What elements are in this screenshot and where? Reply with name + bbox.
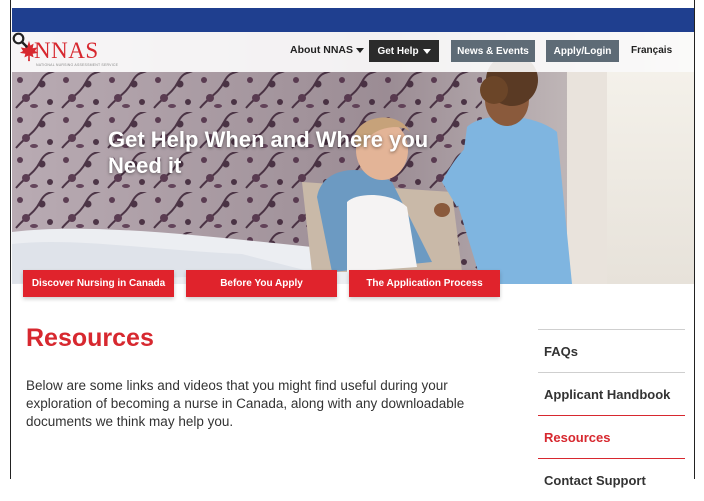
application-process-button[interactable]: The Application Process	[349, 270, 500, 297]
logo-tagline: NATIONAL NURSING ASSESSMENT SERVICE	[36, 63, 119, 67]
hero-title: Get Help When and Where you Need it	[108, 127, 429, 178]
search-icon[interactable]	[12, 32, 28, 48]
nav-about-label: About NNAS	[290, 44, 353, 56]
sidebar-item-resources[interactable]: Resources	[538, 415, 685, 458]
site-header: NNAS NATIONAL NURSING ASSESSMENT SERVICE…	[12, 32, 694, 72]
nav-apply-login[interactable]: Apply/Login	[546, 40, 619, 62]
sidebar-nav: FAQs Applicant Handbook Resources Contac…	[538, 329, 685, 501]
page-title: Resources	[26, 324, 154, 352]
before-you-apply-button[interactable]: Before You Apply	[186, 270, 337, 297]
page-intro-text: Below are some links and videos that you…	[26, 378, 465, 429]
top-bar	[12, 8, 694, 32]
right-edge	[694, 0, 704, 479]
hero-banner: NNAS NATIONAL NURSING ASSESSMENT SERVICE…	[12, 32, 694, 284]
chevron-down-icon	[356, 47, 364, 53]
logo-wordmark: NNAS	[34, 38, 99, 63]
discover-nursing-button[interactable]: Discover Nursing in Canada	[23, 270, 174, 297]
nnas-logo[interactable]: NNAS NATIONAL NURSING ASSESSMENT SERVICE	[18, 38, 118, 68]
language-toggle[interactable]: Français	[631, 45, 672, 56]
nav-news-events[interactable]: News & Events	[451, 40, 535, 62]
nav-about-nnas[interactable]: About NNAS	[290, 44, 364, 56]
sidebar-item-contact-support[interactable]: Contact Support	[538, 458, 685, 501]
nav-get-help-label: Get Help	[377, 45, 419, 57]
sidebar-item-applicant-handbook[interactable]: Applicant Handbook	[538, 372, 685, 415]
nav-get-help[interactable]: Get Help	[369, 40, 439, 62]
left-edge	[0, 0, 11, 479]
chevron-down-icon	[422, 48, 431, 54]
sidebar-item-faqs[interactable]: FAQs	[538, 329, 685, 372]
